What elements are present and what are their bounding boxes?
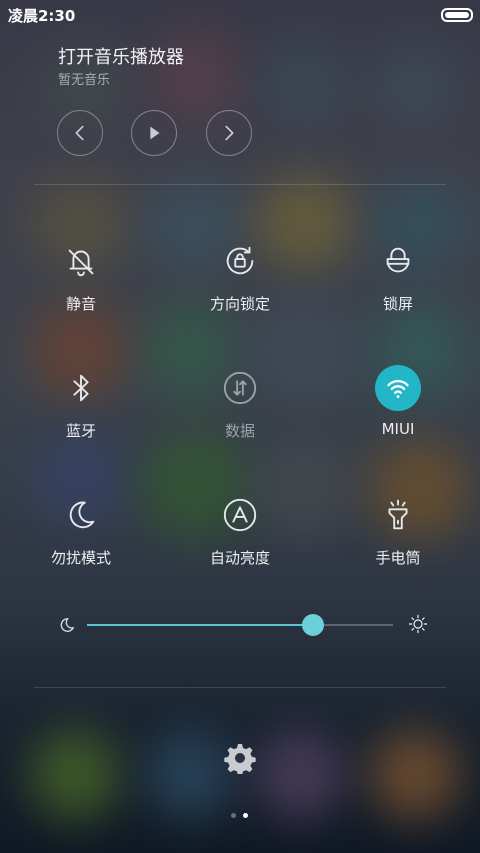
sun-icon (408, 614, 428, 634)
rotation-lock-icon (226, 246, 254, 275)
page-indicator (231, 813, 249, 819)
music-player-title[interactable]: 打开音乐播放器 (58, 43, 184, 69)
page-dot (231, 813, 236, 818)
status-clock: 凌晨2:30 (8, 7, 76, 25)
divider (34, 184, 446, 185)
toggle-rotation-lock[interactable]: 方向锁定 (180, 238, 300, 338)
play-button[interactable] (131, 110, 177, 156)
next-track-button[interactable] (206, 110, 252, 156)
battery-icon (441, 8, 473, 22)
toggle-data[interactable]: 数据 (180, 365, 300, 465)
status-bar: 凌晨2:30 (0, 0, 480, 28)
moon-icon (69, 501, 95, 529)
toggle-bluetooth-label: 蓝牙 (65, 422, 96, 440)
toggle-bluetooth[interactable]: 蓝牙 (21, 365, 141, 465)
brightness-knob[interactable] (302, 614, 324, 636)
toggle-do-not-disturb[interactable]: 勿扰模式 (21, 492, 141, 592)
page-dot-active (243, 813, 248, 818)
flashlight-icon (388, 499, 408, 530)
toggle-do-not-disturb-label: 勿扰模式 (50, 549, 111, 567)
toggle-mute[interactable]: 静音 (21, 238, 141, 338)
brightness-slider[interactable] (58, 612, 428, 638)
gear-icon[interactable] (224, 742, 256, 774)
wifi-icon (387, 380, 409, 398)
next-icon (225, 125, 234, 141)
toggle-lock-screen-label: 锁屏 (382, 295, 413, 313)
toggle-data-label: 数据 (224, 422, 255, 440)
toggle-lock-screen[interactable]: 锁屏 (338, 238, 458, 338)
toggle-wifi-label: MIUI (381, 420, 415, 438)
bluetooth-icon (73, 374, 89, 402)
toggle-rotation-lock-label: 方向锁定 (209, 295, 270, 313)
toggle-wifi[interactable]: MIUI (338, 365, 458, 465)
auto-brightness-icon (223, 498, 257, 532)
toggle-auto-brightness[interactable]: 自动亮度 (180, 492, 300, 592)
divider (34, 687, 446, 688)
mobile-data-icon (223, 371, 257, 405)
toggle-auto-brightness-label: 自动亮度 (209, 549, 270, 567)
lock-icon (386, 247, 410, 273)
previous-track-button[interactable] (57, 110, 103, 156)
bell-off-icon (68, 249, 94, 277)
previous-icon (75, 125, 84, 141)
play-icon (150, 126, 160, 140)
brightness-fill (87, 624, 313, 626)
toggle-flashlight[interactable]: 手电筒 (338, 492, 458, 592)
toggle-mute-label: 静音 (65, 295, 96, 313)
music-player-subtitle: 暂无音乐 (58, 73, 111, 88)
moon-small-icon (60, 618, 74, 632)
toggle-flashlight-label: 手电筒 (375, 549, 421, 567)
